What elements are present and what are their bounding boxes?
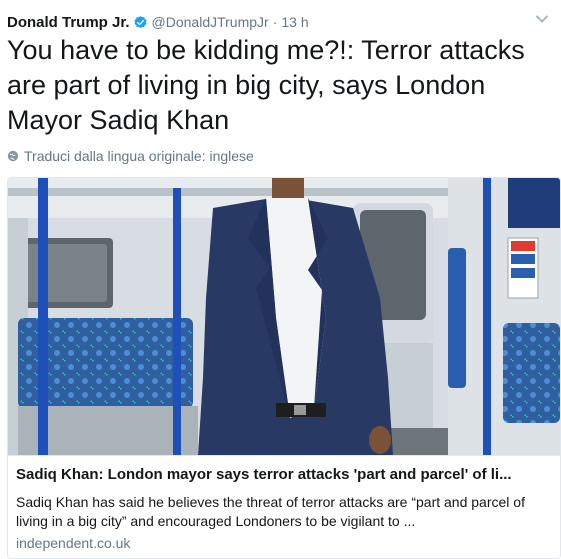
- globe-icon: [7, 150, 19, 162]
- verified-badge-icon: [133, 15, 147, 28]
- card-photo: [8, 178, 560, 455]
- user-handle[interactable]: @DonaldJTrumpJr: [152, 14, 269, 30]
- card-body[interactable]: Sadiq Khan: London mayor says terror att…: [8, 455, 560, 558]
- card-image[interactable]: [8, 178, 560, 455]
- display-name[interactable]: Donald Trump Jr.: [7, 14, 130, 31]
- translate-link[interactable]: Traduci dalla lingua originale: inglese: [7, 147, 254, 165]
- translate-label: Traduci dalla lingua originale: inglese: [24, 148, 254, 164]
- card-description: Sadiq Khan has said he believes the thre…: [16, 494, 525, 529]
- card-domain: independent.co.uk: [16, 535, 131, 551]
- tweet-text: You have to be kidding me?!: Terror atta…: [7, 35, 525, 135]
- separator-dot: ·: [272, 14, 278, 30]
- tweet-timestamp[interactable]: 13 h: [281, 14, 308, 30]
- tweet: Donald Trump Jr. @DonaldJTrumpJr · 13 h …: [0, 0, 561, 559]
- tweet-header: Donald Trump Jr. @DonaldJTrumpJr · 13 h: [7, 12, 309, 32]
- link-card[interactable]: Sadiq Khan: London mayor says terror att…: [7, 177, 561, 559]
- card-title[interactable]: Sadiq Khan: London mayor says terror att…: [16, 465, 552, 485]
- chevron-down-icon[interactable]: [535, 14, 549, 24]
